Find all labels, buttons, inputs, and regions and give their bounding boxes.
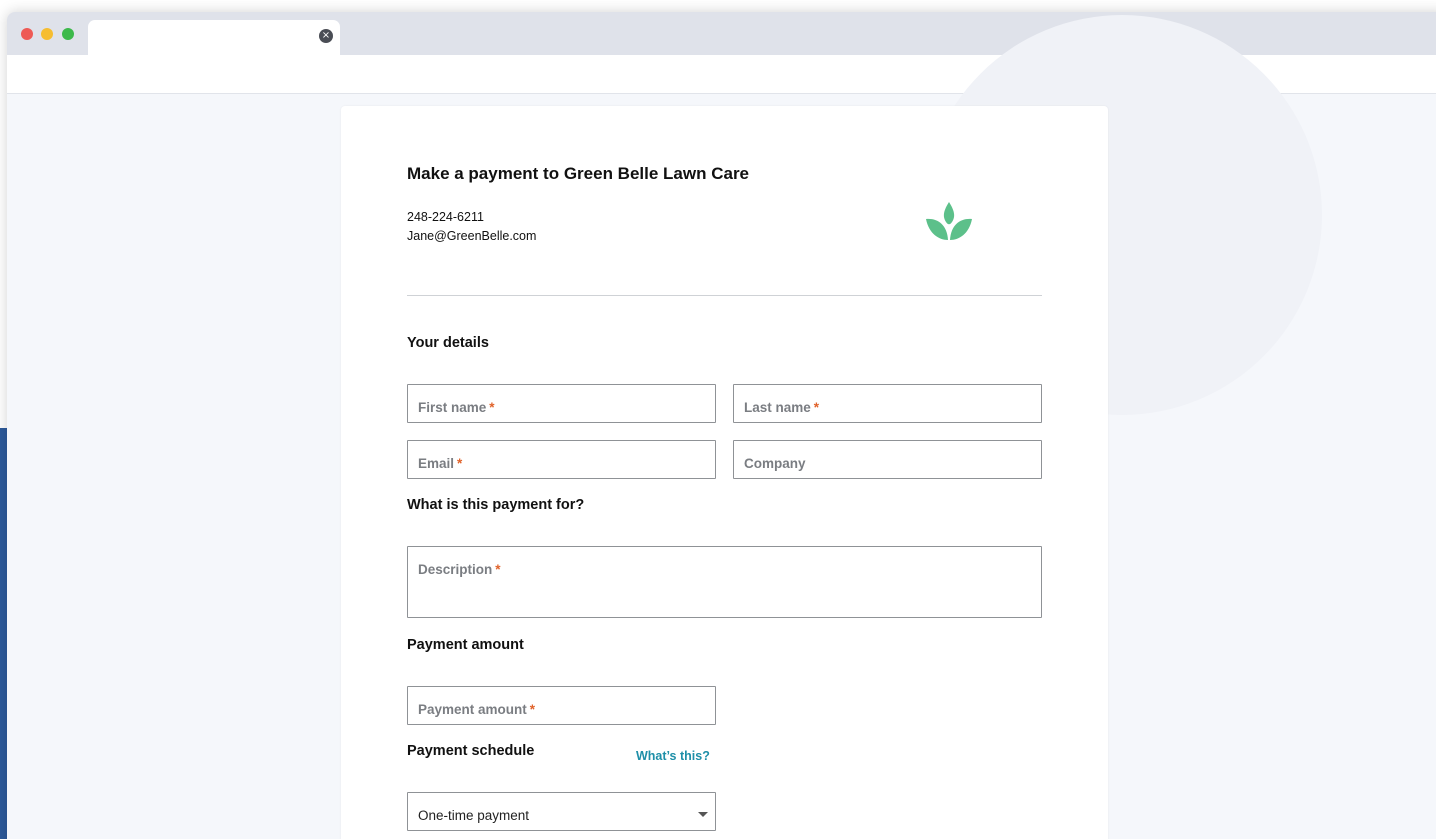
company-field[interactable]: Company bbox=[733, 440, 1042, 479]
first-name-label: First name * bbox=[418, 400, 495, 415]
email-field[interactable]: Email * bbox=[407, 440, 716, 479]
minimize-window-dot[interactable] bbox=[41, 28, 53, 40]
first-name-field[interactable]: First name * bbox=[407, 384, 716, 423]
close-window-dot[interactable] bbox=[21, 28, 33, 40]
last-name-label: Last name * bbox=[744, 400, 820, 415]
form-title: Make a payment to Green Belle Lawn Care bbox=[407, 164, 750, 183]
close-tab-icon[interactable]: × bbox=[319, 29, 333, 43]
section-payment-amount: Payment amount bbox=[407, 637, 524, 653]
section-payment-schedule: Payment schedule bbox=[407, 743, 535, 759]
payment-schedule-value: One-time payment bbox=[418, 808, 530, 823]
header-divider bbox=[407, 295, 1042, 296]
browser-window: × Make a payment to Green Belle Lawn Car… bbox=[7, 12, 1436, 839]
payment-form-card: Make a payment to Green Belle Lawn Care … bbox=[341, 106, 1108, 839]
browser-tab[interactable]: × bbox=[88, 20, 340, 55]
stage: × Make a payment to Green Belle Lawn Car… bbox=[0, 0, 1436, 839]
chevron-down-icon bbox=[698, 812, 708, 817]
payment-amount-label: Payment amount * bbox=[418, 702, 536, 717]
company-label: Company bbox=[744, 456, 806, 471]
section-payment-for: What is this payment for? bbox=[407, 497, 585, 513]
business-phone: 248-224-6211 bbox=[407, 210, 484, 224]
email-label: Email * bbox=[418, 456, 463, 471]
payment-schedule-select[interactable]: One-time payment bbox=[407, 792, 716, 831]
description-label: Description * bbox=[418, 562, 501, 577]
payment-amount-field[interactable]: Payment amount * bbox=[407, 686, 716, 725]
section-your-details: Your details bbox=[407, 335, 489, 351]
last-name-field[interactable]: Last name * bbox=[733, 384, 1042, 423]
business-email: Jane@GreenBelle.com bbox=[407, 229, 537, 243]
description-field[interactable]: Description * bbox=[407, 546, 1042, 618]
whats-this-link[interactable]: What’s this? bbox=[636, 749, 710, 763]
maximize-window-dot[interactable] bbox=[62, 28, 74, 40]
leaf-logo-icon bbox=[926, 202, 972, 240]
